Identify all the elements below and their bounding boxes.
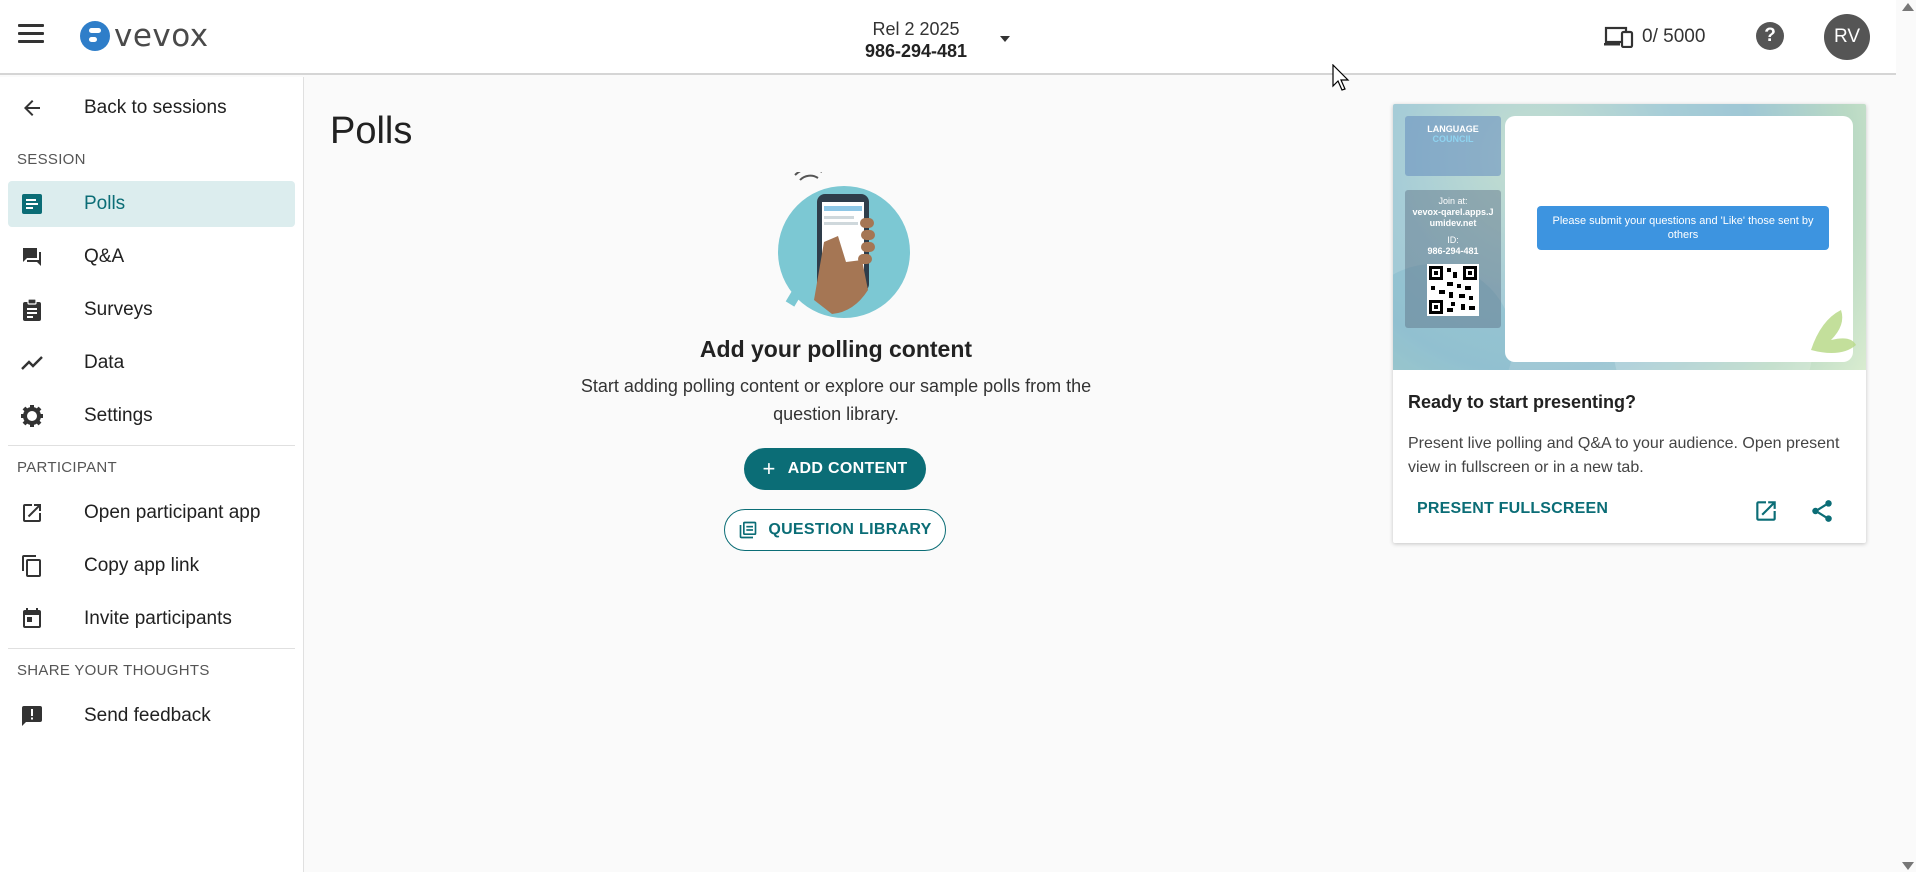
vertical-scrollbar[interactable] [1898, 0, 1916, 872]
feedback-icon [22, 706, 42, 726]
present-fullscreen-button[interactable]: PRESENT FULLSCREEN [1417, 500, 1608, 518]
copy-icon [22, 555, 41, 577]
sidebar: Back to sessions SESSION Polls Q&A Surve… [0, 77, 304, 872]
plus-icon: + [762, 456, 776, 481]
sidebar-item-label: Surveys [84, 299, 153, 320]
surveys-icon [23, 298, 41, 321]
preview-brand-line1: LANGUAGE [1427, 124, 1479, 134]
preview-id-label: ID: [1447, 235, 1459, 245]
qa-icon [23, 248, 41, 266]
present-card: LANGUAGE COUNCIL Join at: vevox-qarel.ap… [1393, 104, 1866, 543]
sidebar-item-copy-app-link[interactable]: Copy app link [8, 543, 295, 589]
data-icon [21, 356, 43, 370]
preview-brand-logo: LANGUAGE COUNCIL [1405, 116, 1501, 176]
qr-code-icon [1427, 264, 1479, 316]
session-name: Rel 2 2025 [872, 19, 960, 39]
sidebar-item-label: Copy app link [84, 555, 200, 576]
arrow-left-icon [24, 100, 40, 116]
preview-message: Please submit your questions and 'Like' … [1537, 206, 1829, 250]
share-icon[interactable] [1809, 498, 1835, 524]
sidebar-item-settings[interactable]: Settings [8, 393, 295, 439]
sidebar-item-polls[interactable]: Polls [8, 181, 295, 227]
sidebar-item-label: Q&A [84, 246, 125, 267]
sidebar-item-label: Settings [84, 405, 153, 426]
present-card-title: Ready to start presenting? [1408, 392, 1637, 412]
question-library-label: QUESTION LIBRARY [768, 521, 932, 538]
question-library-button[interactable]: QUESTION LIBRARY [724, 509, 946, 551]
participant-count: 0/ 5000 [1604, 24, 1705, 50]
gear-icon [21, 405, 43, 427]
empty-state-title: Add your polling content [699, 336, 973, 362]
sidebar-item-open-participant-app[interactable]: Open participant app [8, 490, 295, 536]
caret-down-icon[interactable] [1000, 36, 1010, 42]
polling-illustration [778, 172, 910, 318]
logo-text: vevox [114, 18, 209, 54]
participant-count-text: 0/ 5000 [1642, 26, 1706, 47]
sidebar-item-label: Send feedback [84, 705, 211, 726]
user-avatar[interactable]: RV [1824, 14, 1870, 60]
back-to-sessions[interactable]: Back to sessions [8, 85, 295, 131]
sidebar-item-label: Polls [84, 193, 126, 214]
top-bar: vevox Rel 2 2025 986-294-481 0/ 5000 ? R… [0, 0, 1896, 75]
scroll-up-arrow-icon[interactable] [1902, 3, 1914, 11]
sidebar-item-send-feedback[interactable]: Send feedback [8, 693, 295, 739]
open-external-icon [23, 504, 41, 522]
sidebar-item-label: Open participant app [84, 502, 261, 523]
preview-id-value: 986-294-481 [1427, 246, 1479, 256]
polls-icon [22, 194, 42, 214]
sidebar-item-label: Data [84, 352, 125, 373]
open-new-tab-icon[interactable] [1753, 498, 1779, 524]
sidebar-item-surveys[interactable]: Surveys [8, 287, 295, 333]
mouse-cursor-icon [1332, 64, 1350, 91]
present-card-description: Present live polling and Q&A to your aud… [1408, 435, 1840, 476]
vevox-logo[interactable]: vevox [80, 18, 209, 54]
leaf-decoration-icon [1811, 310, 1856, 354]
sidebar-item-label: Invite participants [84, 608, 232, 629]
add-content-button[interactable]: + ADD CONTENT [744, 448, 926, 490]
preview-join-url: vevox-qarel.apps.Jumidev.net [1412, 207, 1494, 228]
devices-icon [1604, 26, 1634, 48]
logo-mark-icon [80, 21, 110, 51]
divider [8, 445, 295, 446]
share-thoughts-heading: SHARE YOUR THOUGHTS [17, 662, 210, 679]
present-preview[interactable]: LANGUAGE COUNCIL Join at: vevox-qarel.ap… [1393, 104, 1866, 370]
session-switcher[interactable]: Rel 2 2025 986-294-481 [836, 18, 996, 62]
scroll-down-arrow-icon[interactable] [1902, 862, 1914, 870]
preview-join-label: Join at: [1438, 196, 1468, 206]
preview-join-info: Join at: vevox-qarel.apps.Jumidev.net ID… [1405, 190, 1501, 328]
back-label: Back to sessions [84, 97, 227, 118]
preview-brand-line2: COUNCIL [1432, 134, 1474, 144]
divider [8, 648, 295, 649]
participant-heading: PARTICIPANT [17, 459, 117, 476]
session-code: 986-294-481 [864, 41, 968, 61]
add-content-label: ADD CONTENT [787, 460, 908, 477]
session-heading: SESSION [17, 151, 86, 168]
help-icon[interactable]: ? [1756, 22, 1784, 50]
sidebar-item-qa[interactable]: Q&A [8, 234, 295, 280]
sidebar-item-data[interactable]: Data [8, 340, 295, 386]
empty-state-description: Start adding polling content or explore … [580, 376, 1092, 424]
sidebar-item-invite-participants[interactable]: Invite participants [8, 596, 295, 642]
menu-icon[interactable] [18, 24, 44, 44]
calendar-icon [23, 608, 41, 628]
page-title: Polls [330, 110, 413, 152]
library-icon [739, 521, 757, 539]
